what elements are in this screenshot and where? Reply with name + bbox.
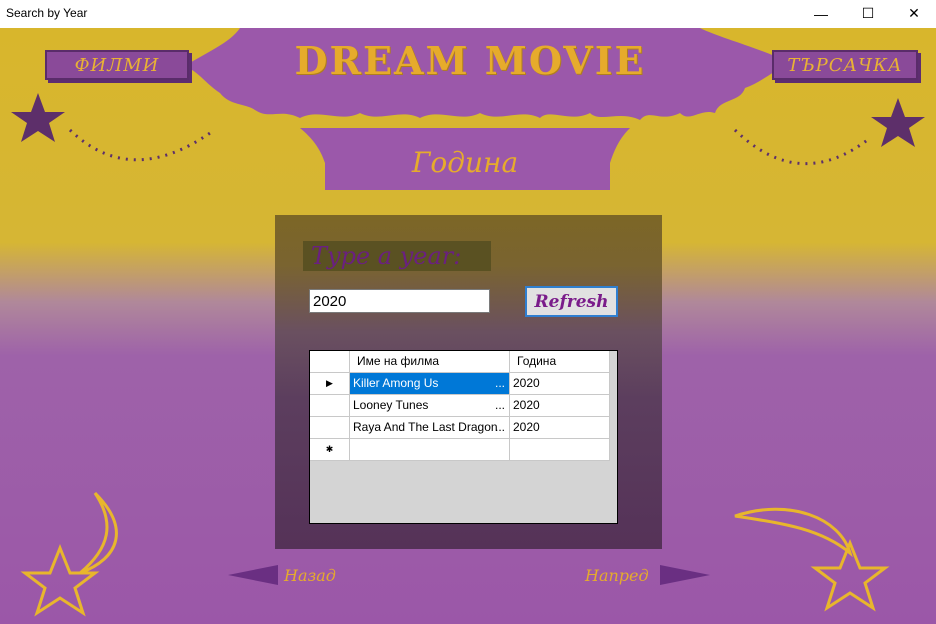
minimize-icon: — <box>814 5 828 22</box>
close-button[interactable]: ✕ <box>891 0 936 27</box>
table-row[interactable]: Raya And The Last Dragon... 2020 <box>310 417 610 439</box>
year-prompt-label: Type a year: <box>303 241 491 271</box>
row-header-new[interactable]: ✱ <box>310 439 350 461</box>
row-header[interactable] <box>310 395 350 417</box>
cell-year[interactable]: 2020 <box>510 395 610 417</box>
row-header-current[interactable]: ▶ <box>310 373 350 395</box>
current-row-icon: ▶ <box>326 378 333 388</box>
shooting-star-right <box>734 507 890 612</box>
cell-name[interactable]: Killer Among Us... <box>350 373 510 395</box>
back-arrow-icon <box>228 565 278 585</box>
search-nav-label[interactable]: ТЪРСАЧКА <box>772 50 918 80</box>
next-link[interactable]: Напред <box>585 566 649 585</box>
movies-nav-label[interactable]: ФИЛМИ <box>45 50 189 80</box>
next-arrow-icon <box>660 565 710 585</box>
cell-name-empty[interactable] <box>350 439 510 461</box>
cell-ellipsis: ... <box>494 376 505 390</box>
minimize-button[interactable]: — <box>798 0 844 27</box>
cell-ellipsis: ... <box>494 420 505 434</box>
cell-year[interactable]: 2020 <box>510 417 610 439</box>
column-header-name[interactable]: Име на филма <box>350 351 510 373</box>
grid-header-row: Име на филма Година <box>310 351 610 373</box>
page-subtitle: Година <box>411 146 519 179</box>
maximize-icon: ☐ <box>861 5 875 21</box>
star-trail-left <box>68 128 211 162</box>
new-row-icon: ✱ <box>325 444 334 454</box>
cell-name[interactable]: Looney Tunes... <box>350 395 510 417</box>
new-row[interactable]: ✱ <box>310 439 610 461</box>
grid-corner-header[interactable] <box>310 351 350 373</box>
cell-name[interactable]: Raya And The Last Dragon... <box>350 417 510 439</box>
table-row[interactable]: ▶ Killer Among Us... 2020 <box>310 373 610 395</box>
cell-ellipsis: ... <box>494 398 505 412</box>
star-right-big <box>871 98 925 147</box>
brand-title: DREAM MOVIE <box>294 38 646 83</box>
cell-year[interactable]: 2020 <box>510 373 610 395</box>
column-header-year[interactable]: Година <box>510 351 610 373</box>
title-bar: Search by Year — ☐ ✕ <box>0 0 936 27</box>
refresh-button[interactable]: Refresh <box>525 286 618 317</box>
search-panel: Type a year: Refresh Име на филма Година… <box>275 215 662 549</box>
close-icon: ✕ <box>908 5 920 21</box>
year-input[interactable] <box>309 289 490 313</box>
movies-grid[interactable]: Име на филма Година ▶ Killer Among Us...… <box>309 350 618 524</box>
star-trail-right <box>733 128 871 166</box>
back-link[interactable]: Назад <box>284 566 336 585</box>
row-header[interactable] <box>310 417 350 439</box>
window-title: Search by Year <box>6 6 88 20</box>
maximize-button[interactable]: ☐ <box>845 0 891 27</box>
shooting-star-left <box>20 491 118 617</box>
form-client-area: ФИЛМИ ТЪРСАЧКА DREAM MOVIE Година Type a… <box>0 28 936 624</box>
star-left-big <box>11 93 65 142</box>
table-row[interactable]: Looney Tunes... 2020 <box>310 395 610 417</box>
cell-year-empty[interactable] <box>510 439 610 461</box>
